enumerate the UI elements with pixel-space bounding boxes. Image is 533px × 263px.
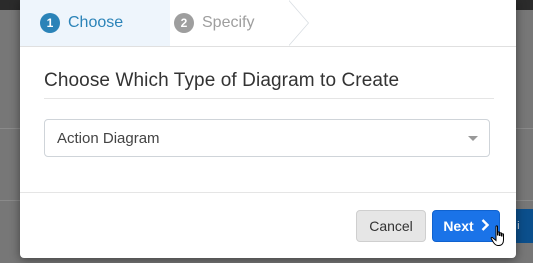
background-divider bbox=[516, 200, 533, 201]
caret-down-icon bbox=[468, 136, 478, 141]
select-value: Action Diagram bbox=[57, 130, 160, 147]
step-number-badge: 2 bbox=[174, 13, 194, 33]
next-button-label: Next bbox=[443, 218, 474, 234]
chevron-right-icon bbox=[481, 218, 489, 235]
cancel-button[interactable]: Cancel bbox=[356, 210, 426, 242]
create-diagram-dialog: 1 Choose 2 Specify Choose Which Type of … bbox=[20, 0, 516, 258]
step-label: Choose bbox=[68, 14, 124, 31]
heading-divider bbox=[44, 98, 494, 99]
wizard-step-specify[interactable]: 2 Specify bbox=[170, 0, 290, 46]
background-divider bbox=[0, 200, 20, 201]
background-divider bbox=[516, 128, 533, 129]
diagram-type-select[interactable]: Action Diagram bbox=[44, 119, 490, 157]
step-number-badge: 1 bbox=[40, 13, 60, 33]
step-arrow bbox=[288, 0, 308, 46]
step-arrow bbox=[144, 0, 164, 46]
cancel-button-label: Cancel bbox=[369, 218, 413, 234]
dialog-heading: Choose Which Type of Diagram to Create bbox=[44, 70, 400, 91]
wizard-steps: 1 Choose 2 Specify bbox=[20, 0, 516, 47]
hand-cursor-icon bbox=[490, 225, 504, 246]
background-divider bbox=[0, 128, 20, 129]
footer-divider bbox=[20, 192, 516, 193]
step-label: Specify bbox=[202, 14, 255, 31]
